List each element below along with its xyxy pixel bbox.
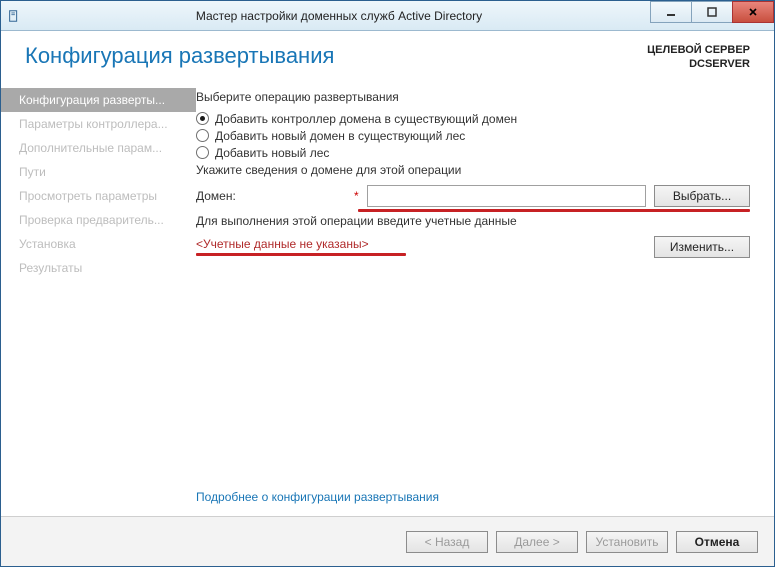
- radio-label: Добавить новый лес: [215, 146, 329, 160]
- select-domain-button[interactable]: Выбрать...: [654, 185, 750, 207]
- credentials-label: Для выполнения этой операции введите уче…: [196, 214, 750, 228]
- domain-info-label: Укажите сведения о домене для этой опера…: [196, 163, 750, 177]
- wizard-footer: < Назад Далее > Установить Отмена: [1, 516, 774, 566]
- target-server-label: ЦЕЛЕВОЙ СЕРВЕР: [647, 43, 750, 57]
- sidebar-item-paths: Пути: [1, 160, 196, 184]
- more-info-link[interactable]: Подробнее о конфигурации развертывания: [196, 490, 439, 504]
- target-server-block: ЦЕЛЕВОЙ СЕРВЕР DCSERVER: [647, 43, 750, 72]
- page-header: Конфигурация развертывания ЦЕЛЕВОЙ СЕРВЕ…: [1, 31, 774, 78]
- main-row: Конфигурация разверты... Параметры контр…: [1, 78, 774, 516]
- sidebar-item-label: Параметры контроллера...: [19, 117, 168, 131]
- radio-icon: [196, 146, 209, 159]
- credentials-value: <Учетные данные не указаны>: [196, 237, 369, 251]
- install-button[interactable]: Установить: [586, 531, 668, 553]
- content-area: Конфигурация развертывания ЦЕЛЕВОЙ СЕРВЕ…: [1, 31, 774, 566]
- select-operation-label: Выберите операцию развертывания: [196, 90, 750, 104]
- highlight-underline: [358, 209, 750, 212]
- sidebar-item-label: Установка: [19, 237, 76, 251]
- sidebar-item-label: Результаты: [19, 261, 82, 275]
- domain-input[interactable]: [367, 185, 646, 207]
- wizard-sidebar: Конфигурация разверты... Параметры контр…: [1, 84, 196, 516]
- radio-add-dc-existing-domain[interactable]: Добавить контроллер домена в существующи…: [196, 112, 750, 126]
- sidebar-item-dc-options: Параметры контроллера...: [1, 112, 196, 136]
- main-pane: Выберите операцию развертывания Добавить…: [196, 84, 750, 516]
- target-server-name: DCSERVER: [647, 57, 750, 71]
- highlight-underline: [196, 253, 406, 256]
- radio-icon: [196, 129, 209, 142]
- sidebar-item-additional-options: Дополнительные парам...: [1, 136, 196, 160]
- wizard-window: Мастер настройки доменных служб Active D…: [0, 0, 775, 567]
- sidebar-item-label: Конфигурация разверты...: [19, 93, 165, 107]
- radio-label: Добавить новый домен в существующий лес: [215, 129, 465, 143]
- radio-icon: [196, 112, 209, 125]
- sidebar-item-label: Дополнительные парам...: [19, 141, 162, 155]
- radio-label: Добавить контроллер домена в существующи…: [215, 112, 517, 126]
- sidebar-item-label: Пути: [19, 165, 46, 179]
- sidebar-item-label: Проверка предваритель...: [19, 213, 164, 227]
- credentials-row: <Учетные данные не указаны> Изменить...: [196, 236, 750, 258]
- sidebar-item-review-options: Просмотреть параметры: [1, 184, 196, 208]
- maximize-button[interactable]: [691, 1, 733, 23]
- sidebar-item-deployment-config[interactable]: Конфигурация разверты...: [1, 88, 196, 112]
- domain-label: Домен:: [196, 189, 346, 203]
- sidebar-item-label: Просмотреть параметры: [19, 189, 157, 203]
- next-button[interactable]: Далее >: [496, 531, 578, 553]
- more-info-row: Подробнее о конфигурации развертывания: [196, 490, 439, 504]
- required-star-icon: *: [354, 189, 359, 203]
- titlebar: Мастер настройки доменных служб Active D…: [1, 1, 774, 31]
- cancel-button[interactable]: Отмена: [676, 531, 758, 553]
- domain-form-row: Домен: * Выбрать...: [196, 185, 750, 207]
- back-button[interactable]: < Назад: [406, 531, 488, 553]
- window-title: Мастер настройки доменных служб Active D…: [27, 9, 651, 23]
- app-icon: [1, 1, 27, 31]
- window-controls: [651, 1, 774, 23]
- page-title: Конфигурация развертывания: [25, 43, 647, 69]
- sidebar-item-prerequisites: Проверка предваритель...: [1, 208, 196, 232]
- radio-add-domain-existing-forest[interactable]: Добавить новый домен в существующий лес: [196, 129, 750, 143]
- radio-add-new-forest[interactable]: Добавить новый лес: [196, 146, 750, 160]
- minimize-button[interactable]: [650, 1, 692, 23]
- change-credentials-button[interactable]: Изменить...: [654, 236, 750, 258]
- sidebar-item-results: Результаты: [1, 256, 196, 280]
- close-button[interactable]: [732, 1, 774, 23]
- sidebar-item-installation: Установка: [1, 232, 196, 256]
